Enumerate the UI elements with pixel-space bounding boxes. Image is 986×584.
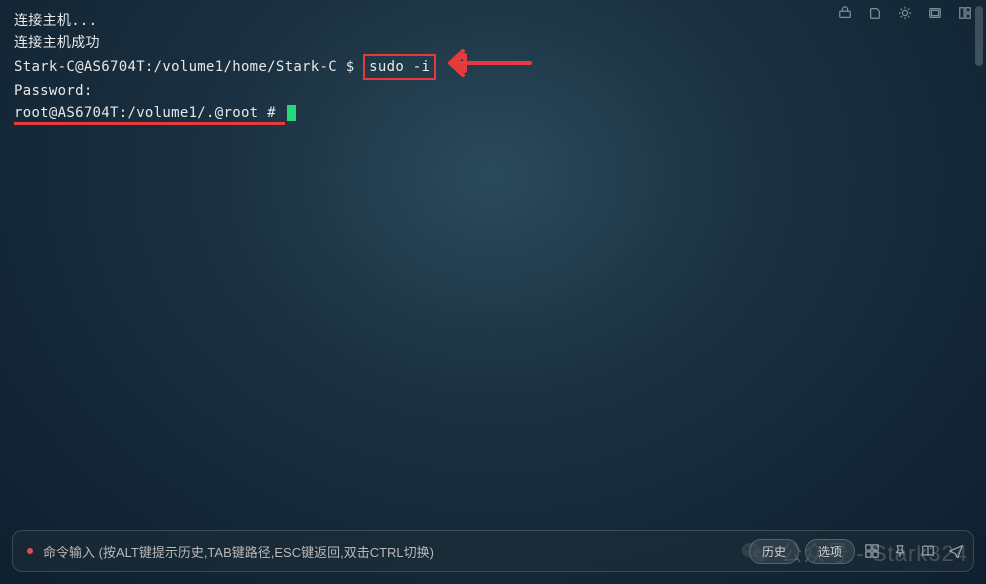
terminal-line: Password: xyxy=(14,80,972,102)
cursor-block xyxy=(287,105,296,121)
grid-icon[interactable] xyxy=(865,544,879,558)
tool-icon[interactable] xyxy=(928,6,942,25)
options-button[interactable]: 选项 xyxy=(805,539,855,564)
bottom-icon-group xyxy=(865,544,963,558)
prompt-user: Stark-C@AS6704T:/volume1/home/Stark-C $ xyxy=(14,59,363,75)
root-prompt: root@AS6704T:/volume1/.@root # xyxy=(14,105,285,125)
tool-icon[interactable] xyxy=(898,6,912,25)
tool-icon[interactable] xyxy=(838,6,852,25)
top-toolbar xyxy=(838,6,972,25)
terminal-line: 连接主机... xyxy=(14,10,972,32)
tool-icon[interactable] xyxy=(958,6,972,25)
terminal-line: Stark-C@AS6704T:/volume1/home/Stark-C $ … xyxy=(14,54,972,80)
command-input-bar: 命令输入 (按ALT键提示历史,TAB键路径,ESC键返回,双击CTRL切换) … xyxy=(12,530,974,572)
book-icon[interactable] xyxy=(921,544,935,558)
tool-icon[interactable] xyxy=(868,6,882,25)
highlighted-command: sudo -i xyxy=(363,54,436,80)
history-button[interactable]: 历史 xyxy=(749,539,799,564)
pin-icon[interactable] xyxy=(893,544,907,558)
send-icon[interactable] xyxy=(949,544,963,558)
terminal-line: root@AS6704T:/volume1/.@root # xyxy=(14,102,972,124)
status-indicator-icon xyxy=(27,548,33,554)
command-input[interactable]: 命令输入 (按ALT键提示历史,TAB键路径,ESC键返回,双击CTRL切换) xyxy=(43,542,743,561)
terminal-line: 连接主机成功 xyxy=(14,32,972,54)
scrollbar[interactable] xyxy=(975,6,983,66)
